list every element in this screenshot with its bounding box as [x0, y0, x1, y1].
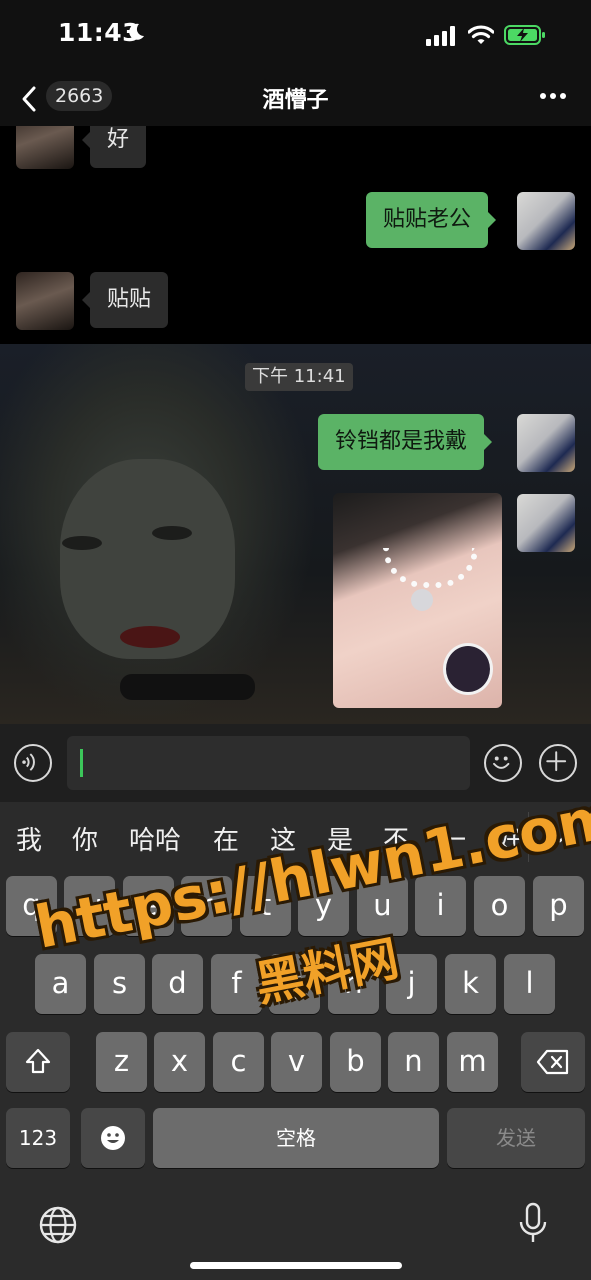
send-key[interactable]: 发送	[447, 1108, 585, 1168]
divider	[528, 812, 529, 862]
candidate-word[interactable]: 一	[440, 820, 466, 857]
key-i[interactable]: i	[415, 876, 466, 936]
emoji-keyboard-icon	[101, 1126, 125, 1150]
plus-icon	[546, 751, 567, 772]
my-avatar[interactable]	[517, 414, 575, 472]
space-key[interactable]: 空格	[153, 1108, 439, 1168]
key-j[interactable]: j	[386, 954, 437, 1014]
photo-detail	[383, 548, 478, 588]
shift-key[interactable]	[6, 1032, 70, 1092]
contact-avatar[interactable]	[16, 272, 74, 330]
key-o[interactable]: o	[474, 876, 525, 936]
candidate-bar: 我 你 哈哈 在 这 是 不 一 好	[0, 802, 591, 874]
wallpaper-eye	[152, 526, 192, 540]
message-input[interactable]	[67, 736, 470, 790]
delete-key[interactable]	[521, 1032, 585, 1092]
globe-icon[interactable]	[38, 1205, 78, 1245]
voice-mode-button[interactable]	[14, 744, 52, 782]
backspace-icon	[536, 1049, 569, 1075]
keyboard: 我 你 哈哈 在 这 是 不 一 好 q w e r t y u i o p a…	[0, 802, 591, 1280]
wifi-icon	[468, 25, 494, 44]
voice-mode-icon	[22, 753, 35, 771]
battery-charging-icon	[504, 25, 545, 45]
candidate-word[interactable]: 我	[16, 820, 42, 857]
key-l[interactable]: l	[504, 954, 555, 1014]
my-avatar[interactable]	[517, 494, 575, 552]
key-n[interactable]: n	[388, 1032, 439, 1092]
message-bubble-outgoing[interactable]: 贴贴老公	[366, 192, 497, 248]
key-h[interactable]: h	[328, 954, 379, 1014]
message-bubble-incoming[interactable]: 贴贴	[81, 272, 169, 328]
shift-arrow-icon	[25, 1048, 51, 1074]
candidate-word[interactable]: 在	[213, 820, 239, 857]
emoji-button[interactable]	[484, 744, 522, 782]
key-x[interactable]: x	[154, 1032, 205, 1092]
status-bar: 11:43	[0, 0, 591, 72]
key-m[interactable]: m	[447, 1032, 498, 1092]
chat-title: 酒懵子	[262, 88, 329, 113]
key-c[interactable]: c	[213, 1032, 264, 1092]
key-u[interactable]: u	[357, 876, 408, 936]
emoji-icon	[493, 756, 510, 769]
candidate-word[interactable]: 不	[383, 820, 409, 857]
sticker-image	[443, 643, 493, 695]
message-input-bar	[0, 724, 591, 802]
emoji-key[interactable]	[81, 1108, 145, 1168]
numbers-key[interactable]: 123	[6, 1108, 70, 1168]
candidate-word[interactable]: 好	[496, 820, 522, 857]
photo-detail	[411, 589, 433, 611]
key-d[interactable]: d	[152, 954, 203, 1014]
key-v[interactable]: v	[271, 1032, 322, 1092]
key-t[interactable]: t	[240, 876, 291, 936]
candidate-word[interactable]: 这	[270, 820, 296, 857]
chat-header: 2663 酒懵子	[0, 72, 591, 126]
more-dots-icon[interactable]	[538, 86, 568, 106]
key-z[interactable]: z	[96, 1032, 147, 1092]
key-w[interactable]: w	[64, 876, 115, 936]
key-b[interactable]: b	[330, 1032, 381, 1092]
more-actions-button[interactable]	[539, 744, 577, 782]
key-g[interactable]: g	[269, 954, 320, 1014]
message-bubble-incoming[interactable]: 好	[81, 126, 147, 168]
candidate-word[interactable]: 是	[327, 820, 353, 857]
key-s[interactable]: s	[94, 954, 145, 1014]
key-p[interactable]: p	[533, 876, 584, 936]
text-caret	[80, 749, 83, 777]
contact-avatar[interactable]	[16, 126, 74, 169]
wallpaper-lips	[120, 626, 180, 648]
key-y[interactable]: y	[298, 876, 349, 936]
image-message[interactable]	[333, 493, 502, 708]
candidate-word[interactable]: 你	[72, 820, 98, 857]
message-timestamp: 下午 11:41	[245, 363, 353, 391]
key-q[interactable]: q	[6, 876, 57, 936]
message-bubble-outgoing[interactable]: 铃铛都是我戴	[318, 414, 493, 470]
key-e[interactable]: e	[123, 876, 174, 936]
wallpaper-eye	[62, 536, 102, 550]
wallpaper-choker	[120, 674, 255, 700]
chevron-down-icon[interactable]	[546, 826, 574, 846]
candidate-word[interactable]: 哈哈	[129, 820, 181, 857]
home-indicator[interactable]	[190, 1262, 402, 1269]
key-a[interactable]: a	[35, 954, 86, 1014]
key-f[interactable]: f	[211, 954, 262, 1014]
my-avatar[interactable]	[517, 192, 575, 250]
cellular-signal-icon	[426, 26, 455, 46]
key-k[interactable]: k	[445, 954, 496, 1014]
chat-message-list[interactable]: 好 贴贴老公 贴贴 下午 11:41 铃铛都是我戴	[0, 126, 591, 724]
microphone-icon[interactable]	[518, 1202, 548, 1244]
moon-icon	[129, 23, 144, 40]
key-r[interactable]: r	[181, 876, 232, 936]
